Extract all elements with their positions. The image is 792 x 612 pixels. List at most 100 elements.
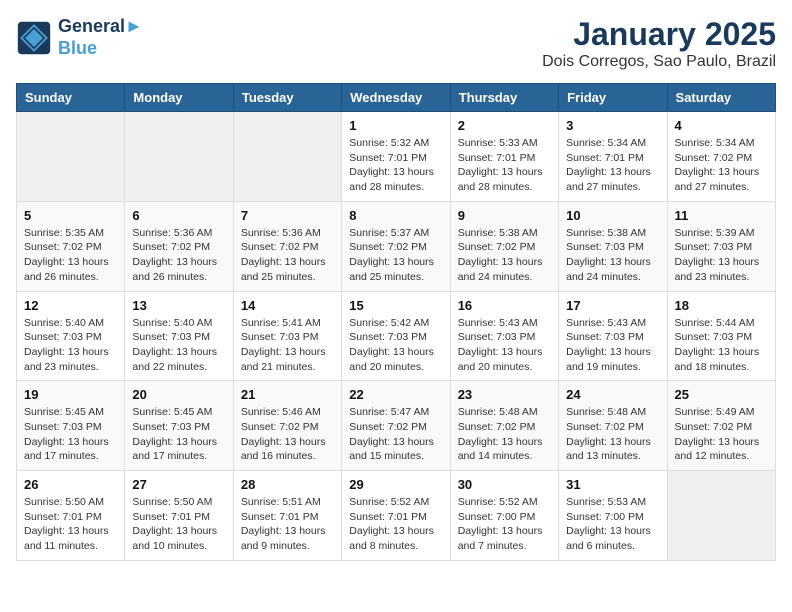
cell-content: Sunrise: 5:53 AMSunset: 7:00 PMDaylight:… — [566, 495, 659, 554]
calendar-cell: 19 Sunrise: 5:45 AMSunset: 7:03 PMDayligh… — [17, 381, 125, 471]
cell-content: Sunrise: 5:32 AMSunset: 7:01 PMDaylight:… — [349, 136, 442, 195]
calendar-cell: 11 Sunrise: 5:39 AMSunset: 7:03 PMDayligh… — [667, 201, 775, 291]
cell-content: Sunrise: 5:36 AMSunset: 7:02 PMDaylight:… — [241, 226, 334, 285]
day-number: 5 — [24, 208, 117, 223]
cell-content: Sunrise: 5:36 AMSunset: 7:02 PMDaylight:… — [132, 226, 225, 285]
day-number: 23 — [458, 387, 551, 402]
calendar-cell: 5 Sunrise: 5:35 AMSunset: 7:02 PMDaylight… — [17, 201, 125, 291]
calendar-cell: 30 Sunrise: 5:52 AMSunset: 7:00 PMDayligh… — [450, 471, 558, 561]
calendar-cell: 12 Sunrise: 5:40 AMSunset: 7:03 PMDayligh… — [17, 291, 125, 381]
logo-text: General► Blue — [58, 16, 143, 59]
calendar-cell: 1Sunrise: 5:32 AMSunset: 7:01 PMDaylight… — [342, 112, 450, 202]
cell-content: Sunrise: 5:40 AMSunset: 7:03 PMDaylight:… — [24, 316, 117, 375]
calendar-cell: 20Sunrise: 5:45 AMSunset: 7:03 PMDayligh… — [125, 381, 233, 471]
day-number: 7 — [241, 208, 334, 223]
calendar-cell: 21 Sunrise: 5:46 AMSunset: 7:02 PMDayligh… — [233, 381, 341, 471]
calendar-cell: 4Sunrise: 5:34 AMSunset: 7:02 PMDaylight… — [667, 112, 775, 202]
logo: General► Blue — [16, 16, 143, 59]
day-number: 26 — [24, 477, 117, 492]
day-number: 18 — [675, 298, 768, 313]
cell-content: Sunrise: 5:44 AMSunset: 7:03 PMDaylight:… — [675, 316, 768, 375]
calendar-cell — [667, 471, 775, 561]
cell-content: Sunrise: 5:38 AMSunset: 7:02 PMDaylight:… — [458, 226, 551, 285]
day-number: 10 — [566, 208, 659, 223]
day-number: 8 — [349, 208, 442, 223]
cell-content: Sunrise: 5:49 AMSunset: 7:02 PMDaylight:… — [675, 405, 768, 464]
calendar-cell: 16 Sunrise: 5:43 AMSunset: 7:03 PMDayligh… — [450, 291, 558, 381]
cell-content: Sunrise: 5:52 AMSunset: 7:00 PMDaylight:… — [458, 495, 551, 554]
day-number: 12 — [24, 298, 117, 313]
day-number: 24 — [566, 387, 659, 402]
calendar-cell: 2Sunrise: 5:33 AMSunset: 7:01 PMDaylight… — [450, 112, 558, 202]
month-title: January 2025 — [542, 16, 776, 53]
day-number: 3 — [566, 118, 659, 133]
weekday-header: Thursday — [450, 84, 558, 112]
day-number: 11 — [675, 208, 768, 223]
calendar-cell: 18 Sunrise: 5:44 AMSunset: 7:03 PMDayligh… — [667, 291, 775, 381]
calendar-cell: 24Sunrise: 5:48 AMSunset: 7:02 PMDayligh… — [559, 381, 667, 471]
day-number: 14 — [241, 298, 334, 313]
day-number: 27 — [132, 477, 225, 492]
weekday-header: Tuesday — [233, 84, 341, 112]
cell-content: Sunrise: 5:50 AMSunset: 7:01 PMDaylight:… — [24, 495, 117, 554]
location-subtitle: Dois Corregos, Sao Paulo, Brazil — [542, 53, 776, 71]
cell-content: Sunrise: 5:34 AMSunset: 7:01 PMDaylight:… — [566, 136, 659, 195]
calendar-week-row: 26 Sunrise: 5:50 AMSunset: 7:01 PMDayligh… — [17, 471, 776, 561]
calendar-cell: 27 Sunrise: 5:50 AMSunset: 7:01 PMDayligh… — [125, 471, 233, 561]
calendar-cell: 28 Sunrise: 5:51 AMSunset: 7:01 PMDayligh… — [233, 471, 341, 561]
cell-content: Sunrise: 5:43 AMSunset: 7:03 PMDaylight:… — [566, 316, 659, 375]
page-header: General► Blue January 2025 Dois Corregos… — [16, 16, 776, 71]
calendar-cell — [125, 112, 233, 202]
cell-content: Sunrise: 5:51 AMSunset: 7:01 PMDaylight:… — [241, 495, 334, 554]
calendar-cell: 13Sunrise: 5:40 AMSunset: 7:03 PMDayligh… — [125, 291, 233, 381]
calendar-cell: 14 Sunrise: 5:41 AMSunset: 7:03 PMDayligh… — [233, 291, 341, 381]
calendar-cell: 22Sunrise: 5:47 AMSunset: 7:02 PMDayligh… — [342, 381, 450, 471]
weekday-header: Friday — [559, 84, 667, 112]
day-number: 20 — [132, 387, 225, 402]
calendar-cell: 9 Sunrise: 5:38 AMSunset: 7:02 PMDaylight… — [450, 201, 558, 291]
day-number: 29 — [349, 477, 442, 492]
day-number: 4 — [675, 118, 768, 133]
weekday-header: Saturday — [667, 84, 775, 112]
cell-content: Sunrise: 5:40 AMSunset: 7:03 PMDaylight:… — [132, 316, 225, 375]
cell-content: Sunrise: 5:43 AMSunset: 7:03 PMDaylight:… — [458, 316, 551, 375]
cell-content: Sunrise: 5:46 AMSunset: 7:02 PMDaylight:… — [241, 405, 334, 464]
calendar-cell: 3 Sunrise: 5:34 AMSunset: 7:01 PMDaylight… — [559, 112, 667, 202]
cell-content: Sunrise: 5:37 AMSunset: 7:02 PMDaylight:… — [349, 226, 442, 285]
cell-content: Sunrise: 5:45 AMSunset: 7:03 PMDaylight:… — [24, 405, 117, 464]
calendar-table: SundayMondayTuesdayWednesdayThursdayFrid… — [16, 83, 776, 561]
day-number: 6 — [132, 208, 225, 223]
day-number: 15 — [349, 298, 442, 313]
day-number: 16 — [458, 298, 551, 313]
calendar-cell: 23 Sunrise: 5:48 AMSunset: 7:02 PMDayligh… — [450, 381, 558, 471]
calendar-week-row: 19 Sunrise: 5:45 AMSunset: 7:03 PMDayligh… — [17, 381, 776, 471]
day-number: 22 — [349, 387, 442, 402]
cell-content: Sunrise: 5:39 AMSunset: 7:03 PMDaylight:… — [675, 226, 768, 285]
calendar-cell: 10 Sunrise: 5:38 AMSunset: 7:03 PMDayligh… — [559, 201, 667, 291]
cell-content: Sunrise: 5:41 AMSunset: 7:03 PMDaylight:… — [241, 316, 334, 375]
cell-content: Sunrise: 5:48 AMSunset: 7:02 PMDaylight:… — [458, 405, 551, 464]
day-number: 28 — [241, 477, 334, 492]
cell-content: Sunrise: 5:38 AMSunset: 7:03 PMDaylight:… — [566, 226, 659, 285]
calendar-week-row: 1Sunrise: 5:32 AMSunset: 7:01 PMDaylight… — [17, 112, 776, 202]
calendar-cell: 7 Sunrise: 5:36 AMSunset: 7:02 PMDaylight… — [233, 201, 341, 291]
weekday-header-row: SundayMondayTuesdayWednesdayThursdayFrid… — [17, 84, 776, 112]
calendar-week-row: 12 Sunrise: 5:40 AMSunset: 7:03 PMDayligh… — [17, 291, 776, 381]
calendar-cell: 8 Sunrise: 5:37 AMSunset: 7:02 PMDaylight… — [342, 201, 450, 291]
day-number: 31 — [566, 477, 659, 492]
weekday-header: Wednesday — [342, 84, 450, 112]
day-number: 19 — [24, 387, 117, 402]
calendar-cell: 15 Sunrise: 5:42 AMSunset: 7:03 PMDayligh… — [342, 291, 450, 381]
day-number: 30 — [458, 477, 551, 492]
cell-content: Sunrise: 5:42 AMSunset: 7:03 PMDaylight:… — [349, 316, 442, 375]
day-number: 9 — [458, 208, 551, 223]
cell-content: Sunrise: 5:35 AMSunset: 7:02 PMDaylight:… — [24, 226, 117, 285]
cell-content: Sunrise: 5:50 AMSunset: 7:01 PMDaylight:… — [132, 495, 225, 554]
calendar-cell: 17Sunrise: 5:43 AMSunset: 7:03 PMDayligh… — [559, 291, 667, 381]
calendar-cell: 25Sunrise: 5:49 AMSunset: 7:02 PMDayligh… — [667, 381, 775, 471]
calendar-cell: 31 Sunrise: 5:53 AMSunset: 7:00 PMDayligh… — [559, 471, 667, 561]
calendar-week-row: 5 Sunrise: 5:35 AMSunset: 7:02 PMDaylight… — [17, 201, 776, 291]
cell-content: Sunrise: 5:33 AMSunset: 7:01 PMDaylight:… — [458, 136, 551, 195]
logo-icon — [16, 20, 52, 56]
day-number: 21 — [241, 387, 334, 402]
